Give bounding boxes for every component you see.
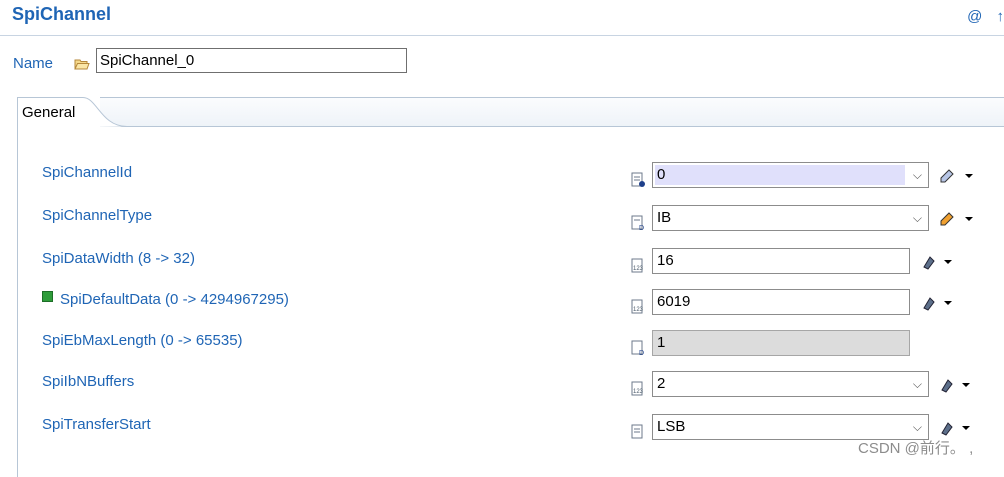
- header-toolbar: @ ↑: [957, 8, 1004, 25]
- svg-text:123: 123: [633, 307, 644, 313]
- at-icon[interactable]: @: [967, 8, 982, 25]
- folder-icon: [74, 57, 90, 71]
- svg-text:123: 123: [633, 266, 644, 272]
- chevron-down-icon[interactable]: ⌵: [913, 372, 922, 396]
- svg-text:123: 123: [633, 389, 644, 395]
- chevron-down-icon[interactable]: ⌵: [913, 163, 922, 187]
- parameter-icon: 123: [631, 258, 645, 274]
- parameter-icon: 123: [631, 299, 645, 315]
- parameter-icon: [631, 172, 645, 188]
- chevron-down-icon[interactable]: ⌵: [913, 206, 922, 230]
- field-value: 0: [657, 166, 665, 183]
- spi-ib-n-buffers-label: SpiIbNBuffers: [42, 373, 134, 390]
- svg-text:D: D: [639, 225, 644, 231]
- pencil-menu-icon[interactable]: [938, 167, 974, 185]
- spi-default-data-field[interactable]: 6019: [652, 289, 910, 315]
- parameter-icon: D: [631, 340, 645, 356]
- svg-text:D: D: [639, 350, 644, 356]
- field-value: LSB: [657, 418, 685, 435]
- spi-channel-type-label: SpiChannelType: [42, 207, 152, 224]
- spi-default-data-label: SpiDefaultData (0 -> 4294967295): [60, 291, 289, 308]
- editor-title: SpiChannel: [12, 4, 111, 25]
- field-value: 2: [657, 375, 665, 392]
- pencil-menu-icon[interactable]: [938, 210, 974, 228]
- name-field[interactable]: SpiChannel_0: [96, 48, 407, 73]
- help-icon[interactable]: ↑: [997, 8, 1004, 25]
- spi-channel-id-label: SpiChannelId: [42, 164, 132, 181]
- chevron-down-icon[interactable]: ⌵: [913, 415, 922, 439]
- parameter-icon: [631, 424, 645, 440]
- watermark: CSDN @前行。 ,: [858, 437, 973, 458]
- spi-data-width-field[interactable]: 16: [652, 248, 910, 274]
- field-value: IB: [657, 209, 671, 226]
- spi-channel-id-dropdown[interactable]: 0 ⌵: [652, 162, 929, 188]
- default-value-menu-icon[interactable]: [938, 419, 974, 437]
- default-value-menu-icon[interactable]: [920, 253, 956, 271]
- field-value: 16: [657, 252, 674, 269]
- name-label: Name: [13, 55, 53, 72]
- tab-strip: [100, 97, 1004, 127]
- spi-transfer-start-label: SpiTransferStart: [42, 416, 151, 433]
- field-value: 6019: [657, 293, 690, 310]
- parameter-icon: D: [631, 215, 645, 231]
- modified-marker-icon: [42, 291, 53, 302]
- spi-channel-type-dropdown[interactable]: IB ⌵: [652, 205, 929, 231]
- field-value: 1: [657, 334, 665, 351]
- parameter-icon: 123: [631, 381, 645, 397]
- tab-strip-divider: [100, 126, 1004, 127]
- default-value-menu-icon[interactable]: [938, 376, 974, 394]
- spi-data-width-label: SpiDataWidth (8 -> 32): [42, 250, 195, 267]
- spi-ib-n-buffers-dropdown[interactable]: 2 ⌵: [652, 371, 929, 397]
- default-value-menu-icon[interactable]: [920, 294, 956, 312]
- spi-eb-max-length-label: SpiEbMaxLength (0 -> 65535): [42, 332, 243, 349]
- title-divider: [0, 35, 1004, 36]
- field-selection-highlight: [655, 165, 905, 185]
- spi-eb-max-length-field: 1: [652, 330, 910, 356]
- tab-general[interactable]: General: [18, 98, 75, 128]
